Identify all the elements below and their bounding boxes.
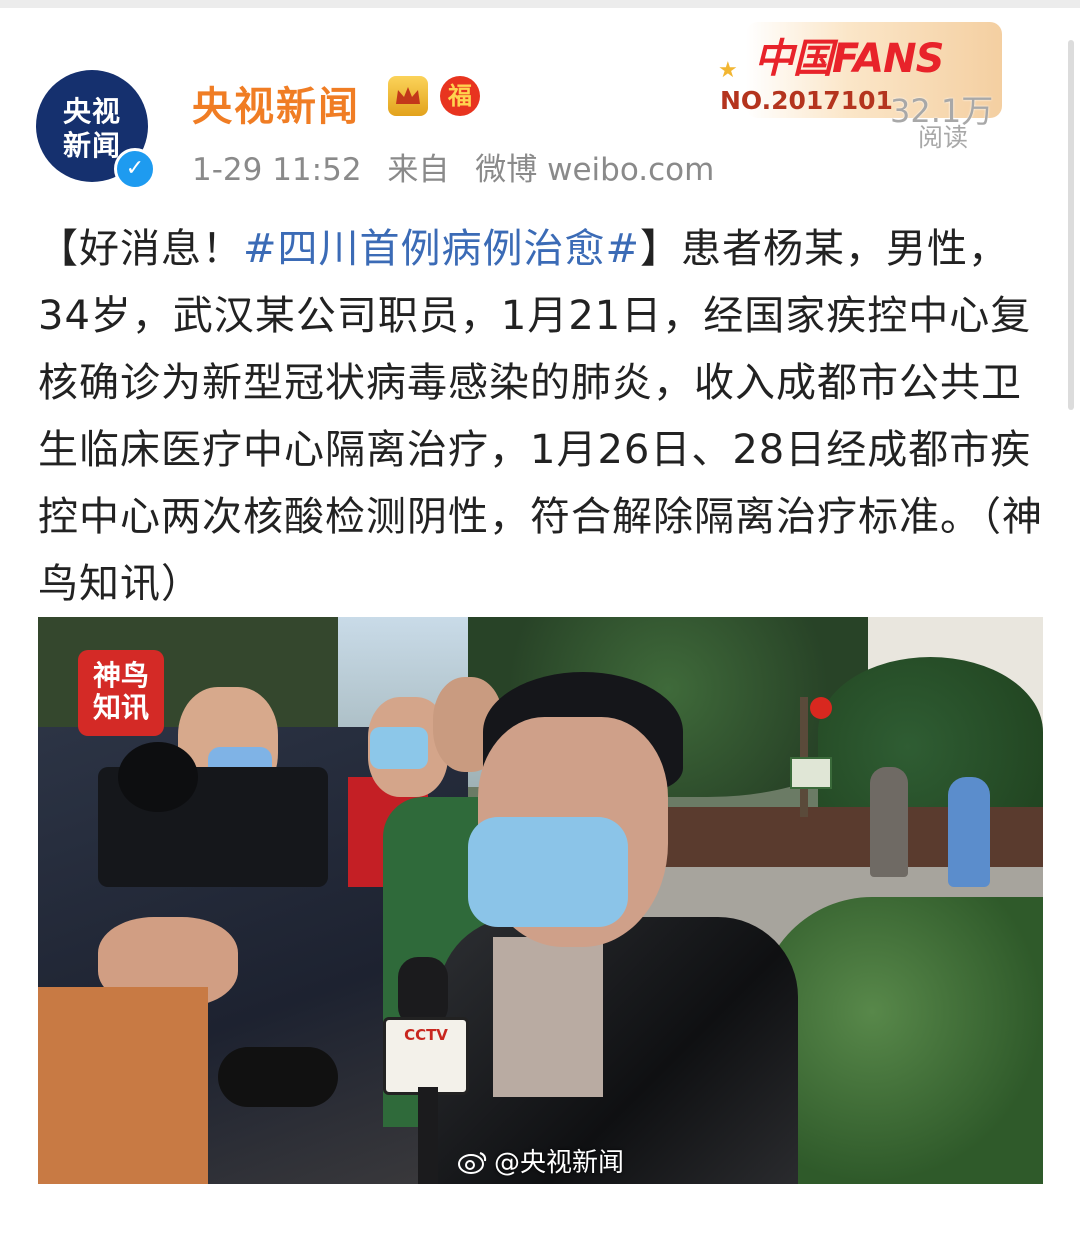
top-status-strip [0,0,1080,8]
photo-bush [758,897,1043,1184]
hashtag-link[interactable]: #四川首例病例治愈# [243,226,640,272]
photo-mic-handle [418,1087,438,1184]
photo-coat [38,987,208,1184]
photo-patient-mask [468,817,628,927]
post-text-open: 【好消息！ [38,226,243,272]
photo-lantern [810,697,832,719]
photo-person-walking [870,767,908,877]
fans-number: NO.2017101 [720,86,893,115]
post-time: 1-29 11:52 [192,152,362,188]
crown-badge-icon[interactable] [388,76,428,116]
fu-badge-icon[interactable]: 福 [440,76,480,116]
photo-person-mask [370,727,428,769]
scrollbar[interactable] [1068,40,1074,410]
read-label: 阅读 [918,123,969,152]
author-name[interactable]: 央视新闻 [192,74,360,132]
post-source-prefix: 来自 [387,152,450,188]
photo-patient-shirt [493,937,603,1097]
photo-microphone-2 [218,1047,338,1107]
post-text-body: 】患者杨某，男性，34岁，武汉某公司职员，1月21日，经国家疾控中心复核确诊为新… [38,226,1043,607]
logo-line2: 知讯 [92,691,149,724]
post-image[interactable]: CCTV 神鸟 知讯 @央视新闻 [38,617,1043,1184]
image-watermark: @央视新闻 [458,1142,624,1179]
watermark-text: @央视新闻 [494,1148,625,1178]
post-text: 【好消息！#四川首例病例治愈#】患者杨某，男性，34岁，武汉某公司职员，1月21… [38,216,1046,618]
post-source[interactable]: 微博 weibo.com [475,152,714,188]
photo-person-protective-suit [948,777,990,887]
shenniao-logo: 神鸟 知讯 [78,650,164,736]
weibo-logo-icon [458,1152,487,1174]
post-meta: 1-29 11:52 来自 微博 weibo.com [192,144,730,189]
verified-icon: ✓ [114,148,156,190]
logo-line1: 神鸟 [92,659,149,692]
photo-camera-lens [118,742,198,812]
star-icon: ★ [718,58,738,83]
photo-mic-flag: CCTV [383,1017,469,1095]
photo-trees-far [818,657,1043,807]
photo-sign [790,757,832,789]
fans-banner-title: 中国FANS [754,36,944,82]
